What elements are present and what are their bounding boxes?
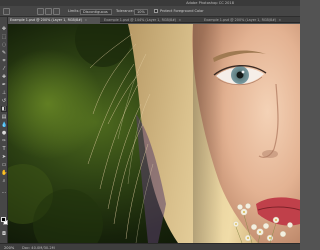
background-eraser-tool-icon[interactable]: ◧ <box>1 106 7 112</box>
close-icon[interactable]: × <box>84 18 87 22</box>
blur-tool-icon[interactable]: 💧 <box>1 122 7 128</box>
document-tab-3[interactable]: Example 1.psd @ 200% (Layer 1, RGB/8#) × <box>202 17 300 23</box>
path-select-tool-icon[interactable]: ➤ <box>1 154 7 160</box>
limits-label: Limits: <box>68 9 80 13</box>
pen-tool-icon[interactable]: ✑ <box>1 138 7 144</box>
limits-value: Discontiguous <box>83 10 108 14</box>
clone-stamp-tool-icon[interactable]: ⊥ <box>1 90 7 96</box>
tolerance-value: 10% <box>137 10 145 14</box>
document-canvas[interactable] <box>8 24 300 243</box>
close-icon[interactable]: × <box>278 18 281 22</box>
lasso-tool-icon[interactable]: ◌ <box>1 42 7 48</box>
background-eraser-preset-icon[interactable] <box>3 8 10 15</box>
close-icon[interactable]: × <box>178 18 181 22</box>
protect-foreground-checkbox[interactable] <box>154 9 158 13</box>
sampling-background-swatch-icon[interactable] <box>53 8 60 15</box>
document-tab-2-label: Example 1.psd @ 144% (Layer 1, RGB/8#) <box>104 18 177 22</box>
zoom-level[interactable]: 200% <box>4 246 14 250</box>
limits-select[interactable]: Discontiguous <box>80 8 112 15</box>
move-tool-icon[interactable]: ✥ <box>1 26 7 32</box>
photo-image <box>8 24 300 243</box>
foreground-color-swatch[interactable] <box>1 217 6 222</box>
dodge-tool-icon[interactable]: ● <box>1 130 7 136</box>
protect-foreground-label: Protect Foreground Color <box>160 9 204 13</box>
document-tab-2[interactable]: Example 1.psd @ 144% (Layer 1, RGB/8#) × <box>102 17 200 23</box>
quick-mask-icon[interactable]: ◘ <box>1 231 7 237</box>
tools-panel: ✥ ⬚ ◌ ✎ ⌗ ⁄ ✚ ✒ ⊥ ↺ ◧ ▤ 💧 ● ✑ T ➤ ▭ ✋ ⌕ … <box>0 17 8 243</box>
sampling-once-icon[interactable] <box>45 8 52 15</box>
healing-brush-tool-icon[interactable]: ✚ <box>1 74 7 80</box>
rectangle-tool-icon[interactable]: ▭ <box>1 162 7 168</box>
more-tools-icon[interactable]: ⋯ <box>1 190 7 196</box>
status-bar: 200% Doc: 40.0M/30.2M <box>0 243 300 250</box>
quick-select-tool-icon[interactable]: ✎ <box>1 50 7 56</box>
options-bar: Limits: Discontiguous Tolerance: 10% Pro… <box>0 6 300 17</box>
tolerance-field[interactable]: 10% <box>134 8 148 15</box>
brush-tool-icon[interactable]: ✒ <box>1 82 7 88</box>
app-title: Adobe Photoshop CC 2018 <box>186 1 234 5</box>
crop-tool-icon[interactable]: ⌗ <box>1 58 7 64</box>
hand-tool-icon[interactable]: ✋ <box>1 170 7 176</box>
document-tab-1[interactable]: Example 1.psd @ 200% (Layer 1, RGB/8#) × <box>8 17 100 23</box>
eyedropper-tool-icon[interactable]: ⁄ <box>1 66 7 72</box>
type-tool-icon[interactable]: T <box>1 146 7 152</box>
history-brush-tool-icon[interactable]: ↺ <box>1 98 7 104</box>
tolerance-label: Tolerance: <box>116 9 134 13</box>
document-tabbar: Example 1.psd @ 200% (Layer 1, RGB/8#) × … <box>8 17 300 23</box>
sampling-continuous-icon[interactable] <box>37 8 44 15</box>
marquee-tool-icon[interactable]: ⬚ <box>1 34 7 40</box>
gradient-tool-icon[interactable]: ▤ <box>1 114 7 120</box>
zoom-tool-icon[interactable]: ⌕ <box>1 178 7 184</box>
document-tab-1-label: Example 1.psd @ 200% (Layer 1, RGB/8#) <box>10 18 83 22</box>
document-size-info: Doc: 40.0M/30.2M <box>22 245 55 250</box>
document-tab-3-label: Example 1.psd @ 200% (Layer 1, RGB/8#) <box>204 18 277 22</box>
